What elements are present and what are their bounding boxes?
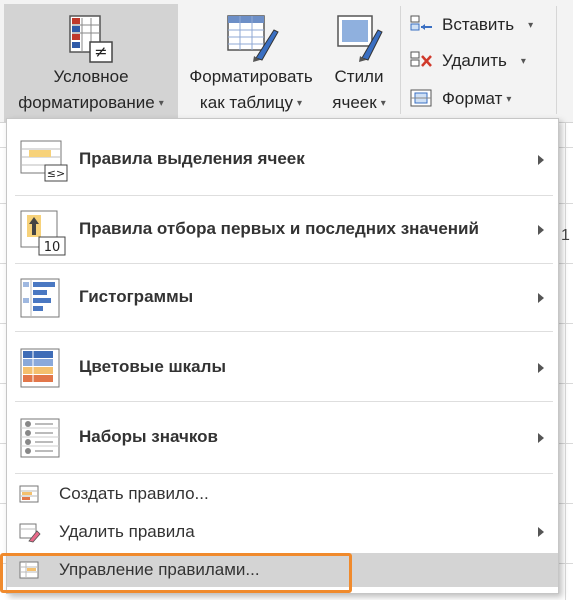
menu-separator <box>15 473 553 474</box>
data-bars-icon <box>20 278 60 318</box>
highlight-cells-rules-icon: ≤> <box>20 140 68 182</box>
format-as-table-icon <box>227 15 279 62</box>
ribbon: ≠ Условное форматирование ▾ Форматировать… <box>0 0 573 123</box>
conditional-formatting-button[interactable]: ≠ Условное форматирование ▾ <box>4 4 178 122</box>
format-as-table-label-line2: как таблицу ▾ <box>199 93 303 112</box>
dropdown-arrow-icon: ▾ <box>528 20 534 31</box>
format-cells-icon <box>410 89 432 107</box>
submenu-arrow-icon <box>538 225 544 235</box>
menu-item-new-rule[interactable]: Создать правило... <box>7 477 558 511</box>
menu-item-highlight-cells-rules[interactable]: ≤> Правила выделения ячеек <box>7 127 558 193</box>
insert-cells-label: Вставить <box>442 15 515 34</box>
conditional-formatting-label-line2: форматирование ▾ <box>18 93 164 112</box>
conditional-formatting-label-line1: Условное <box>53 67 129 86</box>
menu-item-label: Гистограммы <box>79 287 194 306</box>
new-rule-icon <box>19 485 39 503</box>
menu-separator <box>15 195 553 196</box>
gridline <box>565 123 566 600</box>
svg-text:≤>: ≤> <box>47 167 65 180</box>
icon-sets-icon <box>20 418 60 458</box>
menu-item-label: Создать правило... <box>59 484 209 503</box>
dropdown-arrow-icon: ▾ <box>380 98 386 109</box>
sheet-cell-text: 1 <box>561 227 570 244</box>
cell-styles-icon <box>337 15 383 62</box>
color-scales-icon <box>20 348 60 388</box>
menu-item-color-scales[interactable]: Цветовые шкалы <box>7 335 558 401</box>
submenu-arrow-icon <box>538 433 544 443</box>
menu-item-label: Правила выделения ячеек <box>79 149 305 168</box>
menu-separator <box>15 331 553 332</box>
cell-styles-label-line2: ячеек ▾ <box>332 93 386 112</box>
menu-item-data-bars[interactable]: Гистограммы <box>7 265 558 331</box>
dropdown-arrow-icon: ▾ <box>158 98 164 109</box>
submenu-arrow-icon <box>538 155 544 165</box>
insert-cells-icon <box>410 15 432 31</box>
highlight-annotation-frame <box>0 553 352 593</box>
menu-separator <box>15 401 553 402</box>
format-as-table-button[interactable]: Форматировать как таблицу ▾ <box>180 4 322 118</box>
insert-cells-button[interactable]: Вставить ▾ <box>410 12 533 38</box>
clear-rules-icon <box>19 523 41 543</box>
submenu-arrow-icon <box>538 527 544 537</box>
menu-item-label: Наборы значков <box>79 427 218 446</box>
menu-separator <box>15 263 553 264</box>
menu-item-top-bottom-rules[interactable]: 10 Правила отбора первых и последних зна… <box>7 197 558 263</box>
ribbon-group-separator <box>556 6 557 114</box>
menu-item-clear-rules[interactable]: Удалить правила <box>7 515 558 549</box>
menu-item-label: Правила отбора первых и последних значен… <box>79 219 479 238</box>
delete-cells-label: Удалить <box>442 51 507 70</box>
svg-text:10: 10 <box>44 240 61 255</box>
delete-cells-button[interactable]: Удалить ▾ <box>410 48 526 74</box>
dropdown-arrow-icon: ▾ <box>297 98 303 109</box>
conditional-formatting-icon: ≠ <box>69 15 113 63</box>
submenu-arrow-icon <box>538 293 544 303</box>
format-as-table-label-line1: Форматировать <box>189 67 313 86</box>
menu-item-label: Удалить правила <box>59 522 195 541</box>
submenu-arrow-icon <box>538 363 544 373</box>
top-bottom-rules-icon: 10 <box>20 210 66 256</box>
format-cells-label: Формат <box>442 89 503 108</box>
cell-styles-label-line1: Стили <box>334 67 384 86</box>
svg-text:≠: ≠ <box>94 42 107 61</box>
format-cells-button[interactable]: Формат ▾ <box>410 86 511 112</box>
delete-cells-icon <box>410 51 432 67</box>
ribbon-group-separator <box>400 6 401 114</box>
dropdown-arrow-icon: ▾ <box>520 56 526 67</box>
menu-item-icon-sets[interactable]: Наборы значков <box>7 405 558 471</box>
menu-item-label: Цветовые шкалы <box>79 357 226 376</box>
conditional-formatting-menu: ≤> Правила выделения ячеек 10 Правила от… <box>6 118 559 594</box>
dropdown-arrow-icon: ▾ <box>506 94 512 105</box>
cell-styles-button[interactable]: Стили ячеек ▾ <box>324 4 394 118</box>
